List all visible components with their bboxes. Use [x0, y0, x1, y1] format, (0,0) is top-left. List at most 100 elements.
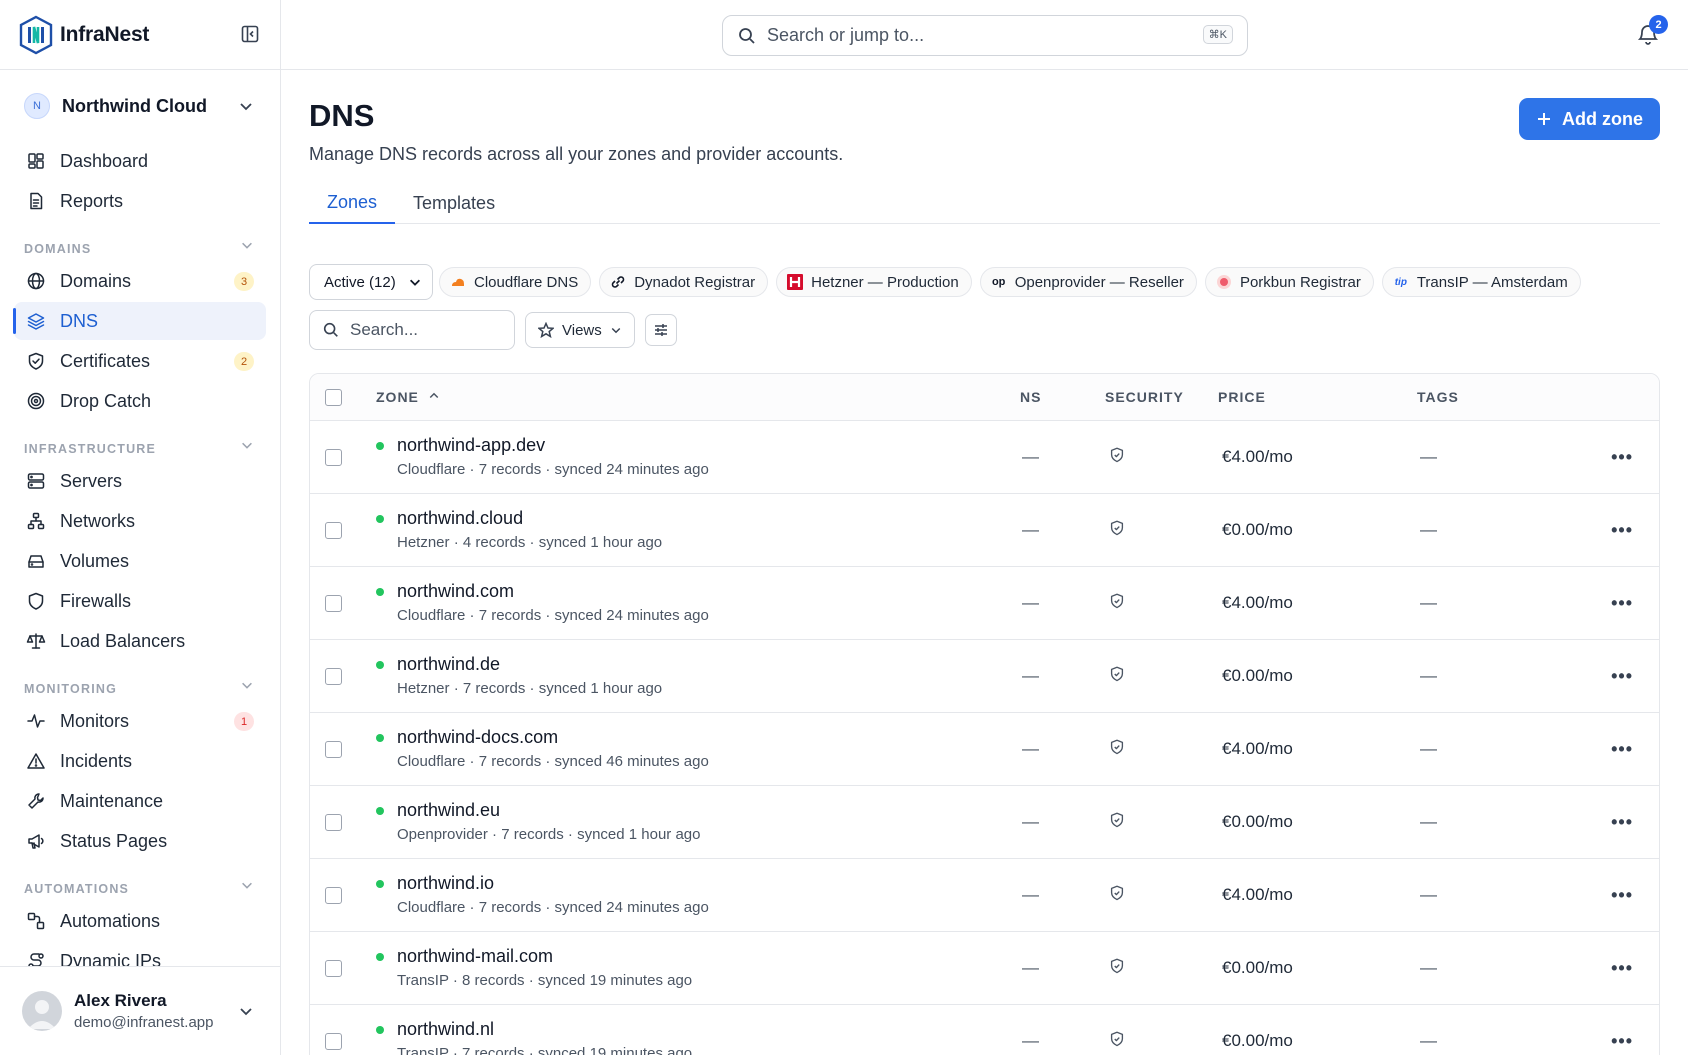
sidebar-item-volumes[interactable]: Volumes	[14, 542, 266, 580]
zone-name[interactable]: northwind.com	[397, 581, 514, 602]
provider-chip-transip-amsterdam[interactable]: tip TransIP — Amsterdam	[1381, 267, 1581, 297]
sidebar-item-dashboard[interactable]: Dashboard	[14, 142, 266, 180]
sidebar-item-label: Servers	[60, 470, 123, 491]
sidebar-item-incidents[interactable]: Incidents	[14, 742, 266, 780]
zone-name[interactable]: northwind.de	[397, 654, 500, 675]
table-toolbar: Views	[309, 310, 677, 350]
more-icon[interactable]: •••	[1611, 666, 1633, 687]
tab-templates[interactable]: Templates	[395, 182, 513, 224]
more-icon[interactable]: •••	[1611, 593, 1633, 614]
section-infrastructure[interactable]: INFRASTRUCTURE	[0, 422, 280, 462]
column-zone[interactable]: ZONE	[376, 389, 440, 405]
zone-meta: Cloudflare · 7 records · synced 24 minut…	[397, 899, 709, 916]
zone-price: €4.00/mo	[1222, 593, 1293, 612]
provider-chip-openprovider-reseller[interactable]: op Openprovider — Reseller	[979, 267, 1197, 297]
provider-chip-dynadot-registrar[interactable]: Dynadot Registrar	[599, 267, 769, 297]
row-checkbox[interactable]	[325, 741, 342, 758]
sidebar-item-reports[interactable]: Reports	[14, 182, 266, 220]
row-checkbox[interactable]	[325, 1033, 342, 1050]
row-checkbox[interactable]	[325, 449, 342, 466]
row-checkbox[interactable]	[325, 960, 342, 977]
more-icon[interactable]: •••	[1611, 812, 1633, 833]
table-row[interactable]: northwind.eu Openprovider · 7 records · s…	[310, 786, 1659, 859]
sidebar-item-servers[interactable]: Servers	[14, 462, 266, 500]
column-settings-button[interactable]	[644, 314, 677, 346]
zone-search-input[interactable]	[350, 320, 500, 340]
table-row[interactable]: northwind-app.dev Cloudflare · 7 records …	[310, 421, 1659, 494]
zone-meta: TransIP · 8 records · synced 19 minutes …	[397, 972, 693, 989]
zone-name[interactable]: northwind.cloud	[397, 508, 523, 529]
provider-chip-cloudflare-dns[interactable]: Cloudflare DNS	[439, 267, 592, 297]
column-tags: TAGS	[1417, 389, 1459, 405]
sidebar-item-label: Load Balancers	[60, 630, 186, 651]
global-search[interactable]: ⌘K	[722, 15, 1248, 56]
status-filter-select[interactable]: Active (12)	[309, 264, 433, 300]
zone-name[interactable]: northwind-app.dev	[397, 435, 545, 456]
provider-chip-label: TransIP — Amsterdam	[1416, 273, 1568, 291]
sidebar-item-maintenance[interactable]: Maintenance	[14, 782, 266, 820]
section-title: DOMAINS	[24, 242, 92, 256]
more-icon[interactable]: •••	[1611, 958, 1633, 979]
table-row[interactable]: northwind-docs.com Cloudflare · 7 records…	[310, 713, 1659, 786]
table-body: northwind-app.dev Cloudflare · 7 records …	[310, 421, 1659, 1055]
table-row[interactable]: northwind-mail.com TransIP · 8 records · …	[310, 932, 1659, 1005]
row-checkbox[interactable]	[325, 522, 342, 539]
table-row[interactable]: northwind.cloud Hetzner · 4 records · syn…	[310, 494, 1659, 567]
brand[interactable]: InfraNest	[0, 0, 280, 70]
user-menu[interactable]: Alex Rivera demo@infranest.app	[0, 966, 280, 1055]
views-label: Views	[562, 321, 602, 339]
section-domains[interactable]: DOMAINS	[0, 222, 280, 262]
zone-ns: —	[1022, 447, 1039, 466]
sidebar-item-load-balancers[interactable]: Load Balancers	[14, 622, 266, 660]
provider-chips: Cloudflare DNS Dynadot Registrar Hetzner —…	[439, 267, 1589, 297]
zone-search[interactable]	[309, 310, 515, 350]
zone-name[interactable]: northwind.io	[397, 873, 494, 894]
more-icon[interactable]: •••	[1611, 885, 1633, 906]
sidebar-item-label: Incidents	[60, 750, 133, 771]
add-zone-button[interactable]: Add zone	[1519, 98, 1660, 140]
provider-chip-porkbun-registrar[interactable]: Porkbun Registrar	[1204, 267, 1374, 297]
more-icon[interactable]: •••	[1611, 447, 1633, 468]
global-search-input[interactable]	[767, 25, 1167, 46]
table-row[interactable]: northwind.nl TransIP · 7 records · synced…	[310, 1005, 1659, 1055]
zone-name[interactable]: northwind.nl	[397, 1019, 494, 1040]
column-price: PRICE	[1218, 389, 1266, 405]
views-button[interactable]: Views	[525, 312, 635, 348]
zone-ns: —	[1022, 885, 1039, 904]
sidebar-item-dns[interactable]: DNS	[13, 302, 266, 340]
table-row[interactable]: northwind.io Cloudflare · 7 records · syn…	[310, 859, 1659, 932]
zone-name[interactable]: northwind-mail.com	[397, 946, 553, 967]
table-row[interactable]: northwind.de Hetzner · 7 records · synced…	[310, 640, 1659, 713]
user-name: Alex Rivera	[74, 991, 167, 1010]
tab-zones[interactable]: Zones	[309, 182, 396, 224]
sidebar-item-certificates[interactable]: Certificates 2	[14, 342, 266, 380]
zone-name[interactable]: northwind.eu	[397, 800, 500, 821]
sidebar-item-automations[interactable]: Automations	[14, 902, 266, 940]
row-checkbox[interactable]	[325, 814, 342, 831]
section-automations[interactable]: AUTOMATIONS	[0, 862, 280, 902]
more-icon[interactable]: •••	[1611, 739, 1633, 760]
sidebar-item-domains[interactable]: Domains 3	[14, 262, 266, 300]
more-icon[interactable]: •••	[1611, 520, 1633, 541]
count-badge: 2	[234, 352, 254, 371]
table-row[interactable]: northwind.com Cloudflare · 7 records · sy…	[310, 567, 1659, 640]
workflow-icon	[27, 912, 45, 930]
org-switcher[interactable]: N Northwind Cloud	[0, 70, 280, 142]
more-icon[interactable]: •••	[1611, 1031, 1633, 1052]
sidebar-item-firewalls[interactable]: Firewalls	[14, 582, 266, 620]
provider-chip-hetzner-production[interactable]: Hetzner — Production	[776, 267, 972, 297]
row-checkbox[interactable]	[325, 668, 342, 685]
sidebar-item-monitors[interactable]: Monitors 1	[14, 702, 266, 740]
row-checkbox[interactable]	[325, 887, 342, 904]
megaphone-icon	[28, 834, 44, 849]
sidebar-item-drop-catch[interactable]: Drop Catch	[14, 382, 266, 420]
sidebar-collapse-icon[interactable]	[240, 24, 260, 44]
chevron-down-icon	[242, 682, 252, 689]
select-all-checkbox[interactable]	[325, 389, 342, 406]
section-monitoring[interactable]: MONITORING	[0, 662, 280, 702]
row-checkbox[interactable]	[325, 595, 342, 612]
sidebar-item-status-pages[interactable]: Status Pages	[14, 822, 266, 860]
shortcut-hint: ⌘K	[1202, 25, 1233, 44]
zone-name[interactable]: northwind-docs.com	[397, 727, 558, 748]
sidebar-item-networks[interactable]: Networks	[14, 502, 266, 540]
